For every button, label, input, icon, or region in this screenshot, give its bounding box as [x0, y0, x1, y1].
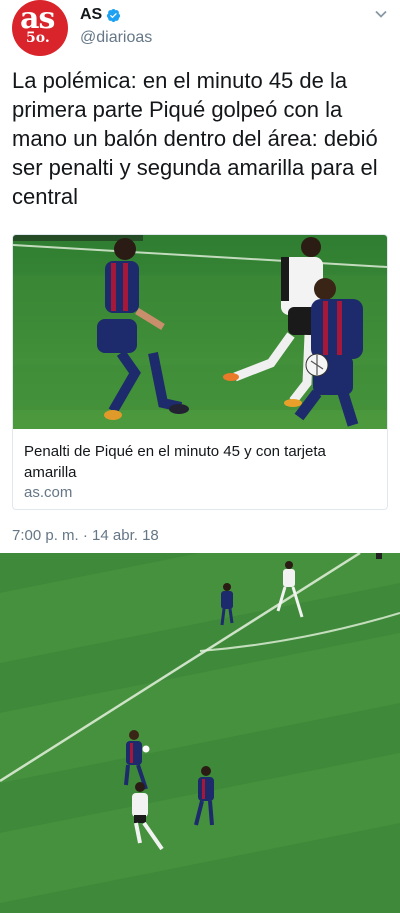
tweet-text: La polémica: en el minuto 45 de la prime… — [12, 68, 378, 209]
handle[interactable]: @diarioas — [80, 29, 152, 47]
tweet-photo[interactable] — [0, 553, 400, 913]
avatar[interactable]: as 5o. — [12, 0, 68, 56]
display-name[interactable]: AS — [80, 6, 102, 24]
verified-badge-icon — [107, 8, 121, 22]
chevron-down-icon[interactable] — [374, 7, 388, 21]
tweet-timestamp[interactable]: 7:00 p. m. · 14 abr. 18 — [12, 527, 159, 544]
card-title[interactable]: Penalti de Piqué en el minuto 45 y con t… — [24, 441, 374, 483]
card-domain[interactable]: as.com — [24, 484, 72, 501]
card-image — [13, 235, 387, 429]
tweet-header: as 5o. AS @diarioas — [0, 0, 400, 62]
name-row: AS — [80, 6, 121, 24]
avatar-logo-sub: 5o. — [26, 30, 50, 46]
link-card[interactable]: Penalti de Piqué en el minuto 45 y con t… — [12, 234, 388, 510]
